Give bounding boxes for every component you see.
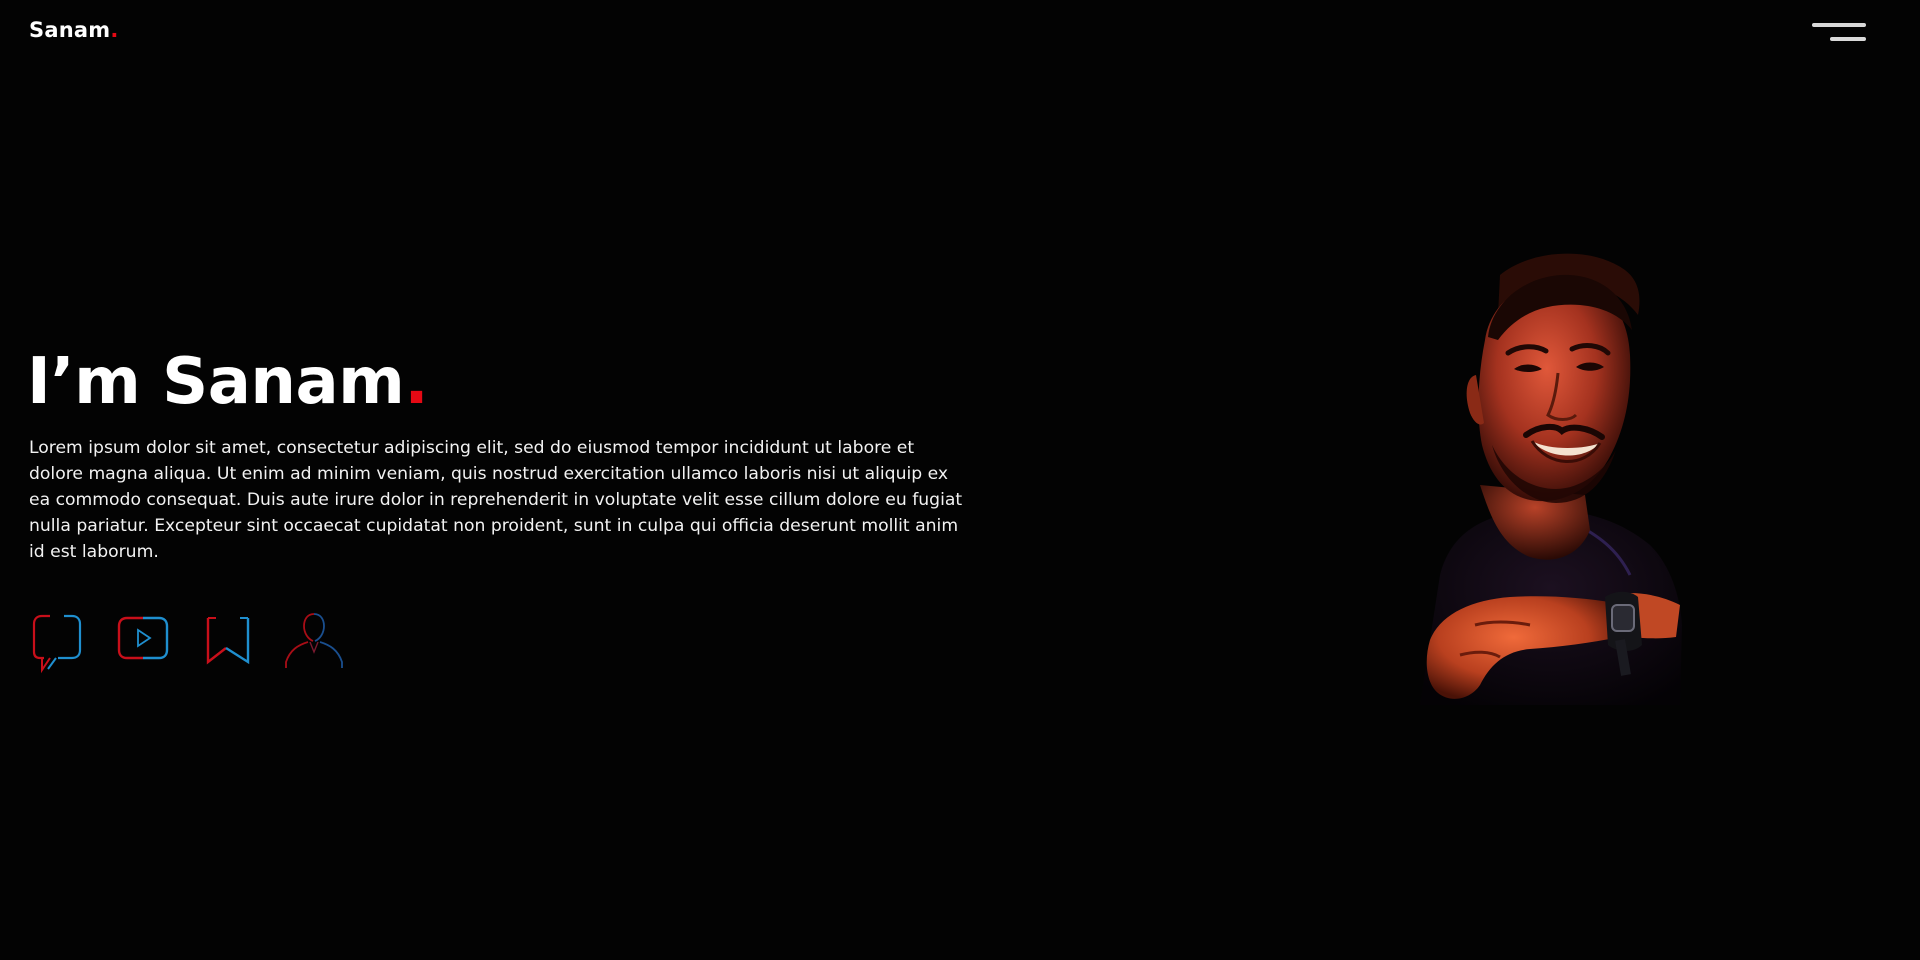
hero-title-dot: . bbox=[404, 345, 429, 419]
menu-bar-top bbox=[1812, 23, 1866, 27]
person-profile-icon[interactable] bbox=[282, 612, 346, 670]
profile-photo bbox=[1380, 245, 1710, 735]
site-logo[interactable]: Sanam. bbox=[29, 18, 119, 42]
bookmark-icon[interactable] bbox=[202, 612, 258, 670]
chat-bubble-icon[interactable] bbox=[28, 612, 84, 674]
hamburger-menu-icon[interactable] bbox=[1810, 22, 1868, 46]
youtube-play-icon[interactable] bbox=[115, 612, 171, 670]
hero-description: Lorem ipsum dolor sit amet, consectetur … bbox=[29, 438, 963, 562]
home-page: Sanam. I’m Sanam. Lorem ipsum dolor sit … bbox=[0, 0, 1920, 960]
logo-text: Sanam bbox=[29, 18, 111, 42]
logo-dot: . bbox=[110, 18, 119, 42]
menu-bar-bottom bbox=[1830, 37, 1866, 41]
hero-title: I’m Sanam. bbox=[27, 340, 429, 424]
hero-title-text: I’m Sanam bbox=[27, 345, 405, 419]
